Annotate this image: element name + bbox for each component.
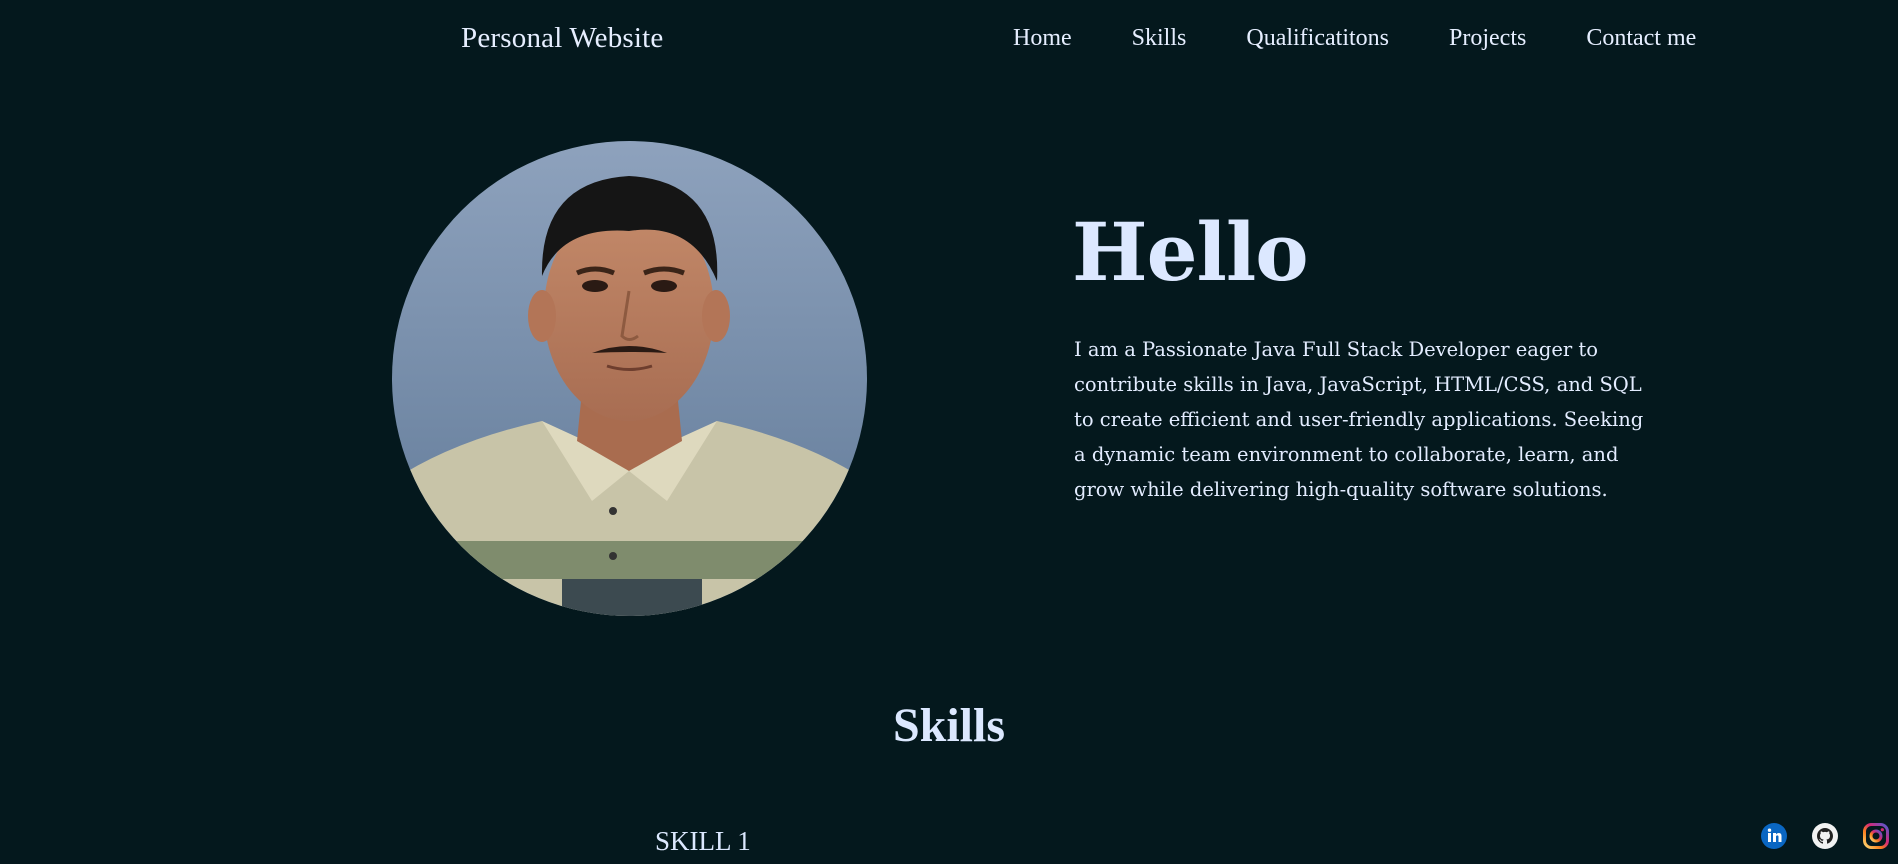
instagram-icon [1863, 823, 1889, 849]
hero-title: Hello [1072, 205, 1309, 299]
profile-photo [392, 141, 867, 616]
nav-qualifications[interactable]: Qualificatitons [1246, 25, 1389, 52]
social-links [1761, 823, 1889, 849]
nav-skills[interactable]: Skills [1132, 25, 1187, 52]
nav-contact[interactable]: Contact me [1586, 25, 1696, 52]
github-link[interactable] [1812, 823, 1838, 849]
hero-description: I am a Passionate Java Full Stack Develo… [1074, 338, 1644, 501]
instagram-link[interactable] [1863, 823, 1889, 849]
main-nav: Home Skills Qualificatitons Projects Con… [1013, 25, 1696, 52]
profile-photo-illustration [392, 141, 867, 616]
skills-title: Skills [892, 699, 1006, 752]
site-brand[interactable]: Personal Website [461, 22, 664, 55]
skill-item-label: SKILL 1 [655, 826, 751, 856]
site-header: Personal Website Home Skills Qualificati… [0, 0, 1898, 84]
github-icon [1812, 823, 1838, 849]
nav-projects[interactable]: Projects [1449, 25, 1526, 52]
linkedin-icon [1761, 823, 1787, 849]
linkedin-link[interactable] [1761, 823, 1787, 849]
nav-home[interactable]: Home [1013, 25, 1072, 52]
